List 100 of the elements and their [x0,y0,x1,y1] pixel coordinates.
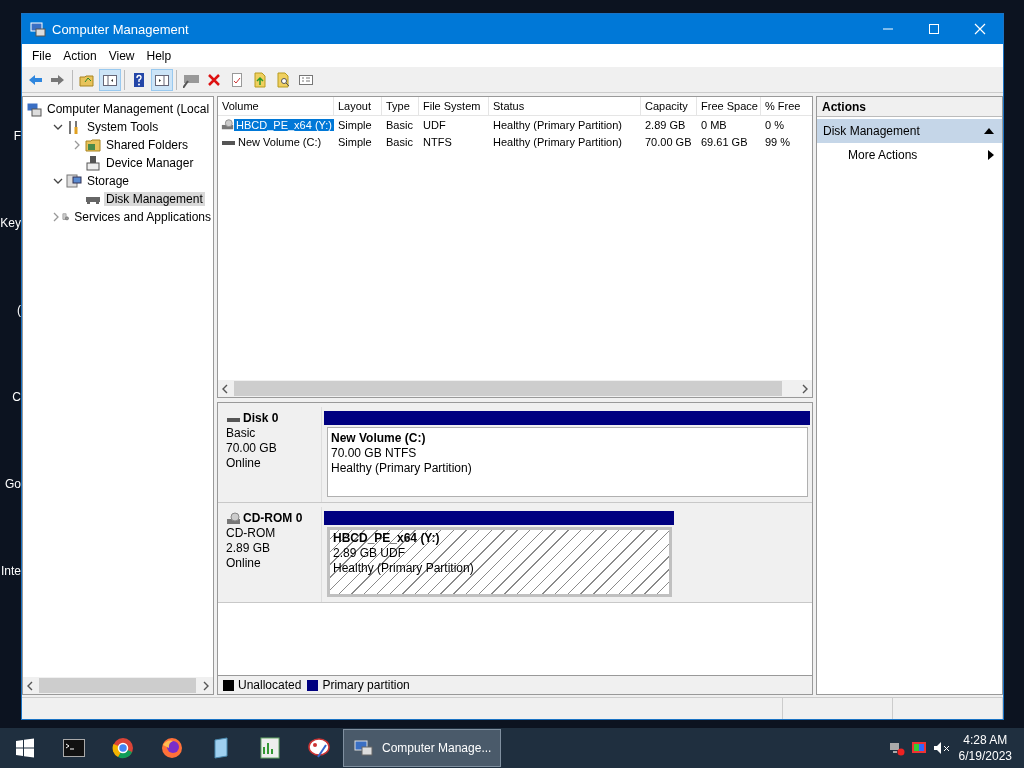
export-icon [252,71,268,88]
action-item[interactable]: More Actions [817,143,1002,167]
device-icon [85,155,101,171]
partition-block[interactable]: HBCD_PE_x64 (Y:) 2.89 GB UDF Healthy (Primary Partition) [324,511,674,599]
desktop-icon-label[interactable]: Go [0,477,21,564]
pane-button[interactable] [151,68,173,91]
disk-detail: 2.89 GB [226,541,272,556]
computer-icon [354,739,374,757]
column-header[interactable]: Volume [218,97,334,115]
partition-size: 2.89 GB UDF [333,546,407,561]
submenu-arrow-icon [988,150,994,160]
close-icon [974,23,986,35]
properties-icon [229,71,245,88]
table-cell-text: Basic [385,135,414,148]
scroll-left-icon[interactable] [25,680,35,691]
column-header[interactable]: File System [419,97,489,115]
find-icon [275,71,291,88]
partition-name: HBCD_PE_x64 (Y:) [333,531,441,546]
volume-name[interactable]: New Volume (C:) [236,135,324,148]
tree-item[interactable]: Storage [85,174,132,188]
desktop-icon-label[interactable]: ( [0,303,21,390]
storage-icon [66,173,82,189]
disk-detail: Online [226,456,262,471]
menu-item[interactable]: Help [140,48,178,63]
pane-button[interactable] [99,68,121,91]
table-cell-text: 99 % [764,135,792,148]
table-cell-text: 0 % [764,118,785,131]
cd-drive-icon [221,118,234,131]
display-icon[interactable] [910,740,927,756]
window-title: Computer Management [52,21,190,37]
table-cell-text: 69.61 GB [700,135,749,148]
desktop-icon-label[interactable]: F [0,129,21,216]
partition-status: Healthy (Primary Partition) [333,561,475,576]
table-cell-text: UDF [422,118,447,131]
actions-header: Actions [817,97,1002,117]
table-cell-text: NTFS [422,135,453,148]
column-header[interactable]: % Free [761,97,805,115]
disk-name: CD-ROM 0 [243,511,303,526]
terminal-icon [62,737,85,759]
menu-item[interactable]: View [102,48,141,63]
desktop-icon-label[interactable]: C [0,390,21,477]
tree-item[interactable]: Disk Management [104,192,205,206]
computer-icon [30,21,46,37]
partition-status: Healthy (Primary Partition) [331,461,473,476]
disk-detail: 70.00 GB [226,441,278,456]
paint-icon [307,737,330,759]
column-header[interactable]: Capacity [641,97,697,115]
partition-size: 70.00 GB NTFS [331,446,418,461]
taskbar-window-button[interactable]: Computer Manage... [343,729,501,767]
delete-icon [206,71,222,88]
menu-item[interactable]: Action [57,48,103,63]
disk-detail: CD-ROM [226,526,277,541]
actions-section[interactable]: Disk Management [817,119,1002,143]
clock-date[interactable]: 6/19/2023 [958,748,1012,764]
scroll-left-icon[interactable] [220,383,230,394]
table-cell-text: 2.89 GB [644,118,687,131]
table-cell-text: Basic [385,118,414,131]
disk-detail: Basic [226,426,257,441]
table-cell-text: 70.00 GB [644,135,693,148]
menu-item[interactable]: File [26,48,58,63]
table-cell-text: Simple [337,118,373,131]
partition-block[interactable]: New Volume (C:) 70.00 GB NTFS Healthy (Primary Partition) [324,411,810,499]
table-cell-text: Healthy (Primary Partition) [492,118,623,131]
computer-icon [26,101,42,117]
partition-name: New Volume (C:) [331,431,427,446]
desktop-icon-label[interactable]: Key [0,216,21,303]
tree-item[interactable]: Computer Management (Local [45,102,212,116]
volume-name[interactable]: HBCD_PE_x64 (Y:) [234,118,334,131]
tree-item[interactable]: Shared Folders [104,138,191,152]
tree-item[interactable]: System Tools [85,120,161,134]
browser-icon [160,737,183,759]
shared-folder-icon [85,137,101,153]
action-label: More Actions [848,148,918,162]
table-cell-text: 0 MB [700,118,728,131]
legend-label: Primary partition [322,678,410,692]
browser-icon [111,737,134,759]
horizontal-scrollbar[interactable] [218,380,812,397]
column-header[interactable]: Status [489,97,641,115]
scroll-right-icon[interactable] [201,680,211,691]
scroll-right-icon[interactable] [800,383,810,394]
column-header[interactable]: Type [382,97,419,115]
legend-label: Unallocated [238,678,302,692]
column-header[interactable]: Free Space [697,97,761,115]
chart-icon [258,737,281,759]
disk-name: Disk 0 [243,411,279,426]
maximize-icon [928,23,940,35]
tree-item[interactable]: Device Manager [104,156,196,170]
windows-logo-icon [14,738,35,758]
help-icon [131,71,147,88]
table-cell-text: Healthy (Primary Partition) [492,135,623,148]
disk-detail: Online [226,556,262,571]
network-error-icon[interactable] [888,740,905,756]
horizontal-scrollbar[interactable] [23,677,213,694]
tree-item[interactable]: Services and Applications [72,210,213,224]
desktop-icon-label[interactable]: Inte [0,564,21,651]
column-header[interactable]: Layout [334,97,382,115]
table-cell-text: Simple [337,135,373,148]
clock-time[interactable]: 4:28 AM [963,732,1008,748]
cd-drive-icon [226,512,241,525]
speaker-muted-icon[interactable] [932,740,951,756]
